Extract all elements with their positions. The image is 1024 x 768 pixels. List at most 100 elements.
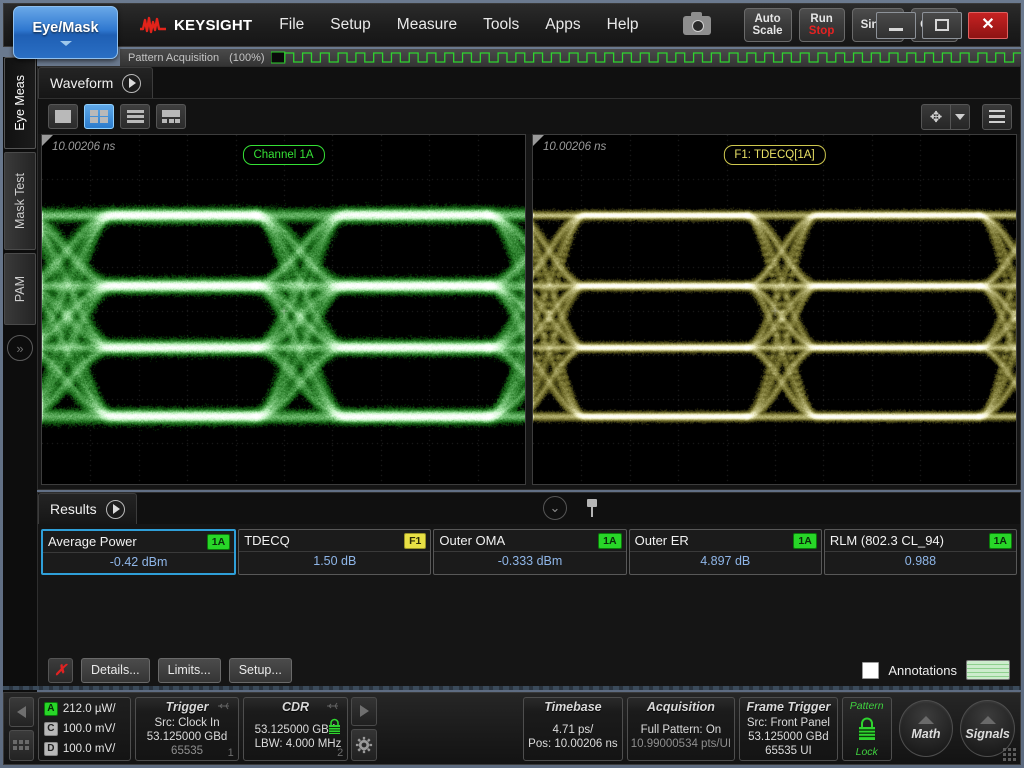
channel-row-c: C 100.0 mV/ (44, 722, 125, 736)
measurement-header: TDECQ F1 (239, 530, 430, 551)
measurement-source-badge: F1 (404, 533, 426, 549)
sidebar-item-pam[interactable]: PAM (4, 253, 36, 325)
sidebar-item-mask-test[interactable]: Mask Test (4, 152, 36, 250)
measurement-rlm[interactable]: RLM (802.3 CL_94) 1A 0.988 (824, 529, 1017, 575)
pattern-lock-box[interactable]: Pattern Lock (842, 697, 892, 761)
frame-trigger-box[interactable]: Frame Trigger Src: Front Panel 53.125000… (739, 697, 838, 761)
frame-trigger-title: Frame Trigger (746, 700, 830, 714)
pattern-lock-top-label: Pattern (850, 700, 884, 712)
layout-mixed-button[interactable] (156, 104, 186, 129)
plot-f1-tdecq[interactable]: 10.00206 ns F1: TDECQ[1A] (532, 134, 1017, 485)
measurement-tdecq[interactable]: TDECQ F1 1.50 dB (238, 529, 431, 575)
plot-label-channel-1a[interactable]: Channel 1A (242, 145, 324, 165)
menu-file[interactable]: File (268, 12, 315, 38)
layout-stacked-button[interactable] (120, 104, 150, 129)
annotations-checkbox[interactable] (862, 662, 879, 679)
scroll-left-button[interactable] (9, 697, 34, 728)
plot-channel-1a[interactable]: 10.00206 ns Channel 1A (41, 134, 526, 485)
acquisition-full-pattern: Full Pattern: On (641, 723, 722, 737)
frame-trigger-ui: 65535 UI (765, 744, 812, 758)
menu-measure[interactable]: Measure (386, 12, 468, 38)
waveform-menu-button[interactable] (982, 104, 1012, 130)
sidebar-item-eye-meas-label: Eye Meas (13, 75, 27, 131)
menu-apps[interactable]: Apps (534, 12, 591, 38)
limits-button[interactable]: Limits... (158, 658, 221, 683)
signals-knob-label: Signals (965, 727, 1009, 741)
plot-area: 10.00206 ns Channel 1A 10.00206 ns F1: T… (38, 134, 1020, 488)
tab-waveform-label: Waveform (50, 75, 113, 91)
screenshot-camera-icon[interactable] (676, 11, 718, 39)
menu-setup[interactable]: Setup (319, 12, 382, 38)
details-button[interactable]: Details... (81, 658, 150, 683)
sidebar-item-pam-label: PAM (13, 276, 27, 302)
math-knob-button[interactable]: Math (899, 700, 954, 757)
plot-label-f1-tdecq[interactable]: F1: TDECQ[1A] (723, 145, 825, 165)
plot-timestamp-2: 10.00206 ns (543, 141, 606, 153)
setup-button[interactable]: Setup... (229, 658, 292, 683)
auto-scale-button[interactable]: Auto Scale (744, 8, 792, 42)
cdr-corner-number: 2 (337, 747, 343, 759)
measurement-value: -0.42 dBm (43, 552, 234, 573)
measurement-name: Outer OMA (439, 533, 505, 548)
channel-scale-box[interactable]: A 212.0 µW/ C 100.0 mV/ D 100.0 mV/ (38, 697, 131, 761)
brand-name: KEYSIGHT (174, 17, 252, 34)
tab-waveform[interactable]: Waveform (38, 67, 153, 98)
settings-gear-button[interactable] (351, 729, 377, 761)
timebase-box[interactable]: Timebase 4.71 ps/ Pos: 10.00206 ns (523, 697, 623, 761)
timebase-body: 4.71 ps/ Pos: 10.00206 ns (528, 714, 618, 760)
trigger-corner-number: 1 (228, 747, 234, 759)
delete-measurement-button[interactable]: ✗ (48, 658, 73, 683)
pin-icon[interactable] (585, 499, 599, 517)
acquisition-body: Full Pattern: On 10.99000534 pts/UI (631, 714, 731, 760)
layout-quad-button[interactable] (84, 104, 114, 129)
measurement-value: 4.897 dB (630, 551, 821, 572)
trigger-body: Src: Clock In 53.125000 GBd 65535 (147, 714, 228, 760)
measurement-outer-er[interactable]: Outer ER 1A 4.897 dB (629, 529, 822, 575)
sidebar-item-eye-meas[interactable]: Eye Meas (4, 57, 36, 149)
results-play-icon[interactable] (106, 500, 125, 519)
trigger-box[interactable]: Trigger Src: Clock In 53.125000 GBd 6553… (135, 697, 239, 761)
menu-help[interactable]: Help (596, 12, 650, 38)
plot-timestamp-1: 10.00206 ns (52, 141, 115, 153)
waveform-tabstrip: Waveform (38, 67, 1020, 98)
maximize-button[interactable] (922, 12, 962, 39)
cdr-title: CDR (282, 700, 309, 714)
sidebar-expand-button[interactable]: » (4, 328, 36, 368)
layout-single-icon (55, 110, 71, 123)
keysight-logo: KEYSIGHT (139, 15, 252, 35)
frame-trigger-body: Src: Front Panel 53.125000 GBd 65535 UI (747, 714, 830, 760)
timebase-position: Pos: 10.00206 ns (528, 737, 618, 751)
acquisition-box[interactable]: Acquisition Full Pattern: On 10.99000534… (627, 697, 735, 761)
layout-single-button[interactable] (48, 104, 78, 129)
waveform-toolbar-right: ✥ (921, 104, 1012, 130)
measurement-outer-oma[interactable]: Outer OMA 1A -0.333 dBm (433, 529, 626, 575)
close-icon: ✕ (981, 17, 994, 33)
resize-grip-icon[interactable] (1003, 748, 1016, 761)
measurement-average-power[interactable]: Average Power 1A -0.42 dBm (41, 529, 236, 575)
pan-tool-button[interactable]: ✥ (921, 104, 951, 130)
pan-tool-dropdown[interactable] (951, 104, 970, 130)
pattern-square-wave-icon (271, 50, 1021, 65)
run-label: Run (810, 13, 832, 25)
channel-value-c: 100.0 mV/ (63, 723, 115, 735)
tab-results[interactable]: Results (38, 493, 137, 524)
measurement-name: TDECQ (244, 533, 290, 548)
waveform-play-icon[interactable] (122, 74, 141, 93)
color-grade-scale-icon[interactable] (966, 660, 1010, 680)
run-stop-button[interactable]: Run Stop (799, 8, 845, 42)
frame-trigger-source: Src: Front Panel (747, 716, 830, 730)
timebase-scale: 4.71 ps/ (552, 723, 593, 737)
measurement-source-badge: 1A (598, 533, 621, 549)
collapse-chevron-icon[interactable]: ⌄ (543, 496, 567, 520)
status-grid-button[interactable] (9, 730, 34, 761)
pattern-acquisition-percent: (100%) (229, 52, 264, 64)
measurement-source-badge: 1A (989, 533, 1012, 549)
scroll-right-button[interactable] (351, 697, 377, 726)
layout-stacked-icon (127, 110, 144, 124)
eye-mask-app-button[interactable]: Eye/Mask (13, 6, 118, 59)
close-button[interactable]: ✕ (968, 12, 1008, 39)
cdr-box[interactable]: CDR 53.125000 GBd LBW: 4.000 MHz 2 (243, 697, 348, 761)
minimize-button[interactable] (876, 12, 916, 39)
menu-tools[interactable]: Tools (472, 12, 530, 38)
frame-trigger-rate: 53.125000 GBd (748, 730, 829, 744)
